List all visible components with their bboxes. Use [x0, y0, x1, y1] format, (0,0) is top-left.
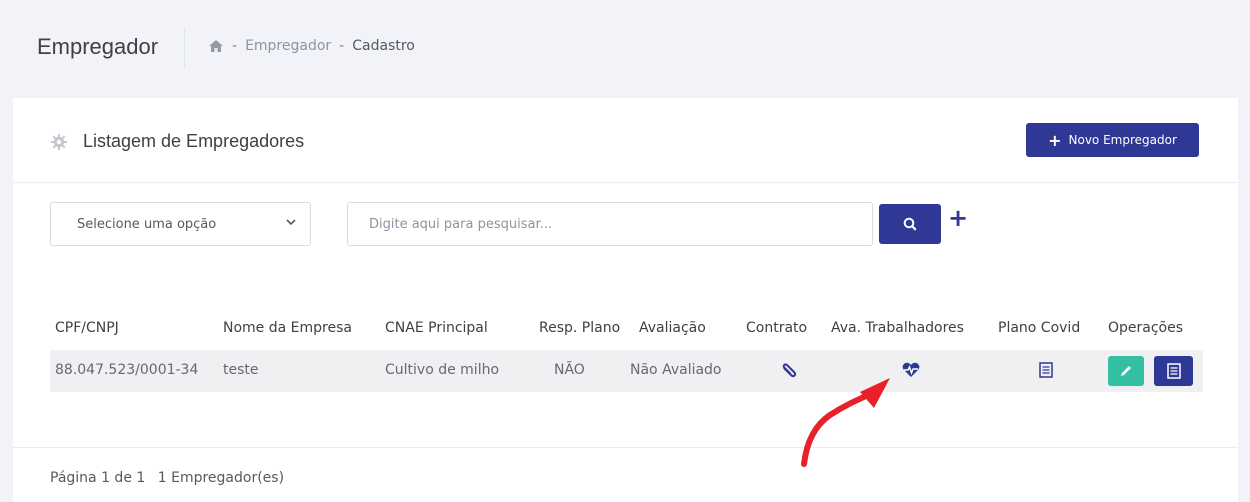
- table-header: CPF/CNPJ Nome da Empresa CNAE Principal …: [50, 320, 1210, 344]
- pagination-info: Página 1 de 1 1 Empregador(es): [50, 470, 284, 486]
- page-indicator: Página 1 de 1: [50, 470, 146, 486]
- column-header: Contrato: [746, 320, 808, 336]
- document-icon: [1166, 363, 1181, 379]
- breadcrumb-separator: -: [232, 38, 238, 54]
- search-icon: [903, 217, 917, 231]
- filter-select-value: Selecione uma opção: [77, 216, 217, 232]
- column-header: Ava. Trabalhadores: [831, 320, 964, 336]
- home-icon[interactable]: [208, 39, 224, 53]
- new-employer-label: Novo Empregador: [1068, 133, 1177, 147]
- card-divider: [13, 447, 1238, 448]
- new-employer-button[interactable]: + Novo Empregador: [1026, 123, 1199, 157]
- annotation-arrow: [801, 378, 890, 467]
- table-row[interactable]: 88.047.523/0001-34 teste Cultivo de milh…: [50, 350, 1203, 392]
- breadcrumb-cadastro[interactable]: Cadastro: [352, 38, 415, 54]
- card-header: Listagem de Empregadores + Novo Empregad…: [13, 98, 1238, 183]
- column-header: CPF/CNPJ: [55, 320, 119, 336]
- column-header: CNAE Principal: [385, 320, 488, 336]
- gear-icon: [51, 134, 67, 150]
- breadcrumb: - Empregador - Cadastro: [208, 38, 415, 54]
- add-filter-button[interactable]: +: [948, 204, 968, 232]
- cell-avaliacao: Não Avaliado: [630, 362, 722, 378]
- record-count: 1 Empregador(es): [157, 470, 285, 486]
- edit-button[interactable]: [1108, 356, 1144, 386]
- plan-document-button[interactable]: [1154, 356, 1193, 386]
- column-header: Resp. Plano: [539, 320, 621, 336]
- page-title: Empregador: [37, 34, 159, 59]
- employer-list-card: Listagem de Empregadores + Novo Empregad…: [13, 98, 1238, 502]
- plus-icon: +: [1048, 130, 1062, 150]
- chevron-down-icon: [286, 219, 296, 226]
- cell-cpf-cnpj: 88.047.523/0001-34: [55, 362, 199, 378]
- breadcrumb-separator: -: [339, 38, 345, 54]
- pencil-icon: [1121, 366, 1131, 376]
- column-header: Nome da Empresa: [223, 320, 352, 336]
- cell-nome-empresa: teste: [223, 362, 259, 378]
- cell-cnae: Cultivo de milho: [385, 362, 500, 378]
- title-separator: [184, 28, 185, 68]
- search-button[interactable]: [879, 204, 941, 244]
- top-header: Empregador - Empregador - Cadastro: [0, 0, 1250, 95]
- column-header: Operações: [1108, 320, 1184, 336]
- card-title: Listagem de Empregadores: [83, 131, 305, 151]
- search-placeholder: Digite aqui para pesquisar...: [369, 216, 552, 232]
- column-header: Plano Covid: [998, 320, 1081, 336]
- search-input[interactable]: Digite aqui para pesquisar...: [347, 202, 873, 246]
- document-icon[interactable]: [1039, 362, 1053, 378]
- cell-resp-plano: NÃO: [554, 362, 585, 378]
- breadcrumb-empregador[interactable]: Empregador: [245, 38, 331, 54]
- column-header: Avaliação: [639, 320, 706, 336]
- filter-select[interactable]: Selecione uma opção: [50, 202, 311, 246]
